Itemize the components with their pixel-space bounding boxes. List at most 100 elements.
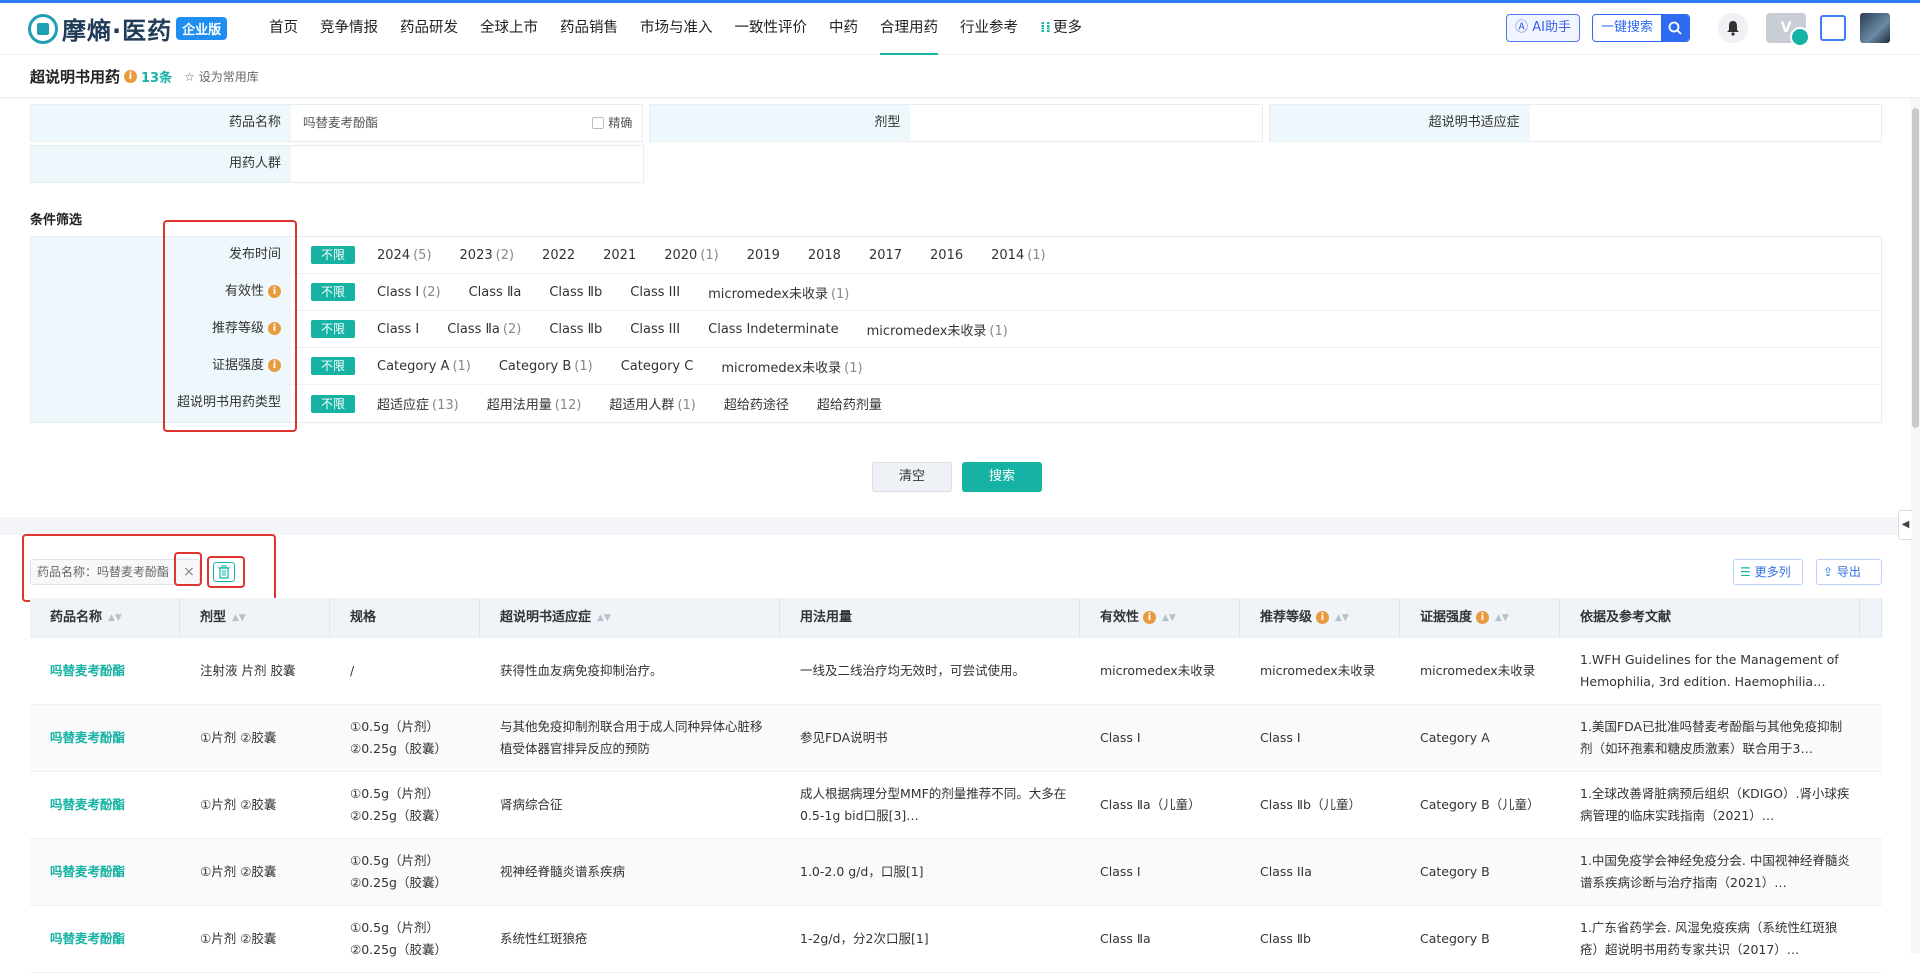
filter-option[interactable]: Category A (1) xyxy=(377,359,471,374)
nav-sales[interactable]: 药品销售 xyxy=(549,3,629,55)
filter-option[interactable]: 2023 (2) xyxy=(460,248,515,263)
table-cell-text: micromedex未收录 xyxy=(1420,663,1536,678)
drug-name-link[interactable]: 吗替麦考酚酯 xyxy=(30,839,180,905)
filter-option[interactable]: Category C xyxy=(621,359,694,374)
column-header[interactable]: 剂型 ▲▼ xyxy=(180,598,330,637)
info-icon[interactable]: i xyxy=(1143,611,1157,624)
info-icon[interactable]: i xyxy=(124,70,138,83)
filter-option[interactable]: micromedex未收录 (1) xyxy=(721,357,862,376)
column-header[interactable]: 有效性 i ▲▼ xyxy=(1080,598,1240,637)
filter-option[interactable]: 超适用人群 (1) xyxy=(609,394,695,413)
more-columns-button[interactable]: ☰ 更多列 xyxy=(1733,559,1803,585)
filter-option[interactable]: 2022 xyxy=(542,248,575,263)
nav-global-launch[interactable]: 全球上市 xyxy=(469,3,549,55)
nav-competition[interactable]: 竞争情报 xyxy=(309,3,389,55)
filter-option[interactable]: micromedex未收录 (1) xyxy=(708,283,849,302)
page-scrollbar[interactable] xyxy=(1911,98,1920,953)
sort-icon[interactable]: ▲▼ xyxy=(232,598,246,638)
nav-rnd[interactable]: 药品研发 xyxy=(389,3,469,55)
filter-option[interactable]: micromedex未收录 (1) xyxy=(867,320,1008,339)
filter-option-all[interactable]: 不限 xyxy=(311,320,356,338)
filter-option[interactable]: 2016 xyxy=(930,248,963,263)
sort-icon[interactable]: ▲▼ xyxy=(1495,598,1509,638)
book-icon[interactable] xyxy=(1820,15,1846,41)
filter-option[interactable]: 2017 xyxy=(869,248,902,263)
set-favorite-button[interactable]: ☆ 设为常用库 xyxy=(184,68,259,85)
nav-consistency[interactable]: 一致性评价 xyxy=(724,3,819,55)
table-cell-text: 视神经脊髓炎谱系疾病 xyxy=(500,864,626,879)
filter-option-all[interactable]: 不限 xyxy=(311,246,356,264)
nav-market-access[interactable]: 市场与准入 xyxy=(629,3,724,55)
filter-option[interactable]: Class Ⅱa xyxy=(469,285,522,300)
table-cell: Class Ⅰ xyxy=(1080,705,1240,771)
ai-assistant-button[interactable]: Ⓐ AI助手 xyxy=(1506,14,1580,42)
sort-icon[interactable]: ▲▼ xyxy=(1162,598,1176,638)
filter-option[interactable]: 2014 (1) xyxy=(991,248,1046,263)
clear-button[interactable]: 清空 xyxy=(872,462,952,492)
drug-name-link[interactable]: 吗替麦考酚酯 xyxy=(30,906,180,972)
filter-option[interactable]: 2018 xyxy=(808,248,841,263)
table-cell-text: 1.中国免疫学会神经免疫分会. 中国视神经脊髓炎谱系疾病诊断与治疗指南（2021… xyxy=(1580,853,1850,890)
filter-option-text: Class III xyxy=(630,321,681,337)
logo[interactable]: 摩熵·医药 企业版 xyxy=(28,11,228,46)
exact-match-checkbox[interactable]: 精确 xyxy=(592,105,632,141)
ai-assistant-label: AI助手 xyxy=(1532,20,1571,35)
indication-input[interactable] xyxy=(1529,105,1881,141)
column-header[interactable]: 证据强度 i ▲▼ xyxy=(1400,598,1560,637)
nav-more[interactable]: ⁞⁞ 更多 xyxy=(1029,3,1093,55)
column-header[interactable]: 超说明书适应症 ▲▼ xyxy=(480,598,780,637)
filter-option-all[interactable]: 不限 xyxy=(311,357,356,375)
filter-option[interactable]: Class Ⅰ (2) xyxy=(377,285,441,300)
filter-option-all[interactable]: 不限 xyxy=(311,283,356,301)
sort-icon[interactable]: ▲▼ xyxy=(108,598,122,638)
filter-option[interactable]: Class Ⅱb xyxy=(549,322,602,337)
filter-option[interactable]: 2021 xyxy=(603,248,636,263)
filter-option[interactable]: 超给药剂量 xyxy=(817,394,882,413)
drug-name-input[interactable]: 吗替麦考酚酯 精确 xyxy=(291,105,643,141)
filter-option[interactable]: 2020 (1) xyxy=(664,248,719,263)
filter-option[interactable]: Class III xyxy=(630,285,680,300)
filter-option[interactable]: 2019 xyxy=(747,248,780,263)
table-cell-text: 1.0-2.0 g/d，口服[1] xyxy=(800,864,924,879)
table-cell-text: 一线及二线治疗均无效时，可尝试使用。 xyxy=(800,663,1026,678)
table-cell-text: Class Ⅰ xyxy=(1260,730,1301,745)
search-button[interactable]: 搜索 xyxy=(962,462,1042,492)
drug-name-link[interactable]: 吗替麦考酚酯 xyxy=(30,638,180,704)
bell-icon[interactable] xyxy=(1718,13,1748,43)
filter-option[interactable]: 超用法用量 (12) xyxy=(487,394,582,413)
drug-name-link[interactable]: 吗替麦考酚酯 xyxy=(30,705,180,771)
nav-tcm[interactable]: 中药 xyxy=(818,3,869,55)
collapse-panel-toggle[interactable]: ◀ xyxy=(1898,510,1912,540)
quick-search-button[interactable]: 一键搜索 xyxy=(1591,14,1690,42)
info-icon[interactable]: i xyxy=(1476,611,1490,624)
filter-option[interactable]: Class Ⅰ xyxy=(377,322,419,337)
sort-icon[interactable]: ▲▼ xyxy=(597,598,611,638)
nav-rational-use[interactable]: 合理用药 xyxy=(869,3,949,55)
table-cell: 1.广东省药学会. 风湿免疫疾病（系统性红斑狼疮）超说明书用药专家共识（2017… xyxy=(1560,906,1860,972)
scrollbar-thumb[interactable] xyxy=(1912,108,1919,428)
nav-industry[interactable]: 行业参考 xyxy=(949,3,1029,55)
filter-option[interactable]: 超适应症 (13) xyxy=(377,394,459,413)
filter-option[interactable]: Category B (1) xyxy=(499,359,593,374)
table-cell-overflow xyxy=(1860,906,1882,972)
info-icon[interactable]: i xyxy=(1316,611,1330,624)
avatar[interactable] xyxy=(1860,13,1890,43)
vip-badge-icon[interactable]: V xyxy=(1766,13,1810,47)
column-header[interactable]: 药品名称 ▲▼ xyxy=(30,598,180,637)
filter-option[interactable]: 2024 (5) xyxy=(377,248,432,263)
table-cell: Category B xyxy=(1400,839,1560,905)
dosage-form-input[interactable] xyxy=(910,105,1262,141)
export-button[interactable]: ⇪ 导出 xyxy=(1816,559,1882,585)
drug-name-link[interactable]: 吗替麦考酚酯 xyxy=(30,772,180,838)
filter-option[interactable]: Class Ⅱb xyxy=(549,285,602,300)
filter-option[interactable]: Class III xyxy=(630,322,680,337)
table-cell: 肾病综合征 xyxy=(480,772,780,838)
filter-option[interactable]: Class Indeterminate xyxy=(708,322,838,337)
filter-option-all[interactable]: 不限 xyxy=(311,394,356,413)
filter-option[interactable]: 超给药途径 xyxy=(724,394,789,413)
population-input[interactable] xyxy=(291,146,643,182)
filter-option[interactable]: Class Ⅱa (2) xyxy=(447,322,521,337)
nav-home[interactable]: 首页 xyxy=(258,3,309,55)
column-header[interactable]: 推荐等级 i ▲▼ xyxy=(1240,598,1400,637)
sort-icon[interactable]: ▲▼ xyxy=(1335,598,1349,638)
